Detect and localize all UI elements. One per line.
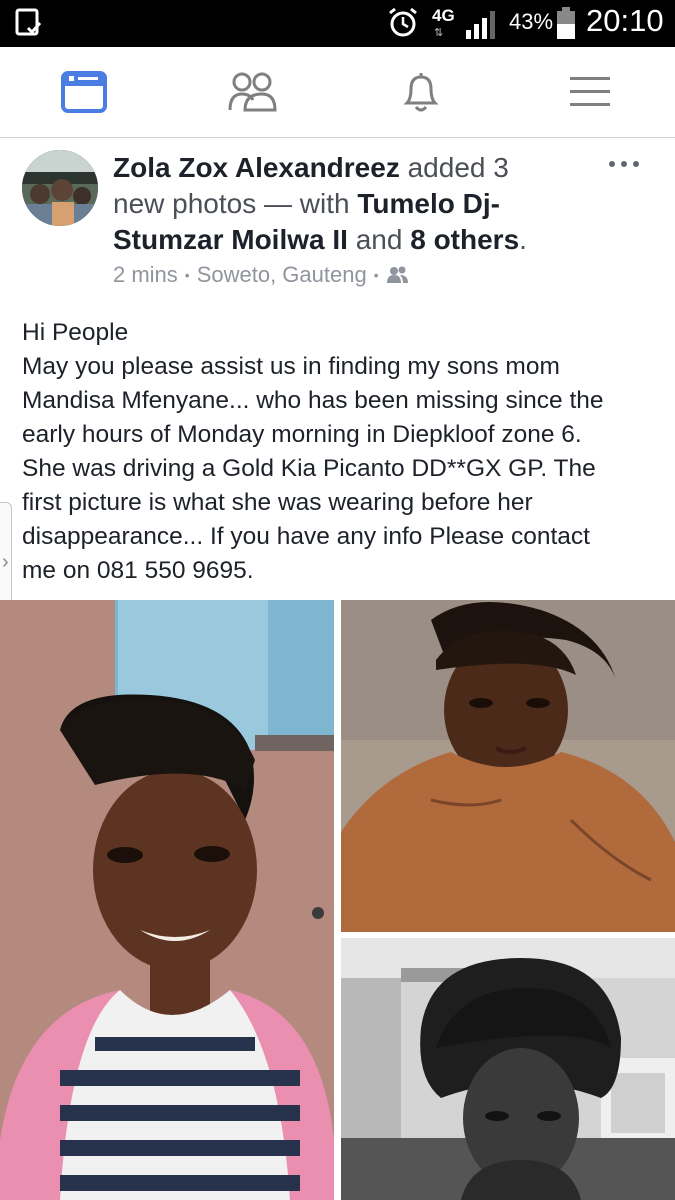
post-line: disappearance... If you have any info Pl… <box>22 523 590 550</box>
post-line: early hours of Monday morning in Diepklo… <box>22 421 582 448</box>
separator-dot: • <box>373 267 379 283</box>
tab-news-feed[interactable] <box>0 47 168 137</box>
screen-icon <box>15 8 42 36</box>
post-header: Zola Zox Alexandreez added 3 new photos … <box>113 150 553 258</box>
photo-woman-striped-top <box>0 600 334 1200</box>
alarm-icon <box>389 7 417 37</box>
post-line: May you please assist us in finding my s… <box>22 353 560 380</box>
signal-icon <box>466 11 495 39</box>
post-time[interactable]: 2 mins <box>113 262 178 288</box>
tagged-others-link[interactable]: 8 others <box>410 224 519 255</box>
author-name[interactable]: Zola Zox Alexandreez <box>113 152 400 183</box>
bell-icon <box>403 73 439 112</box>
post-photo-2[interactable] <box>341 600 675 932</box>
network-arrows-icon: ⇅ <box>434 27 444 39</box>
post-body: Hi People May you please assist us in fi… <box>22 316 662 588</box>
post-line: Mandisa Mfenyane... who has been missing… <box>22 387 604 414</box>
post-location[interactable]: Soweto, Gauteng <box>197 262 367 288</box>
friends-icon <box>228 72 277 112</box>
separator-dot: • <box>184 267 190 283</box>
news-feed-icon <box>61 71 107 113</box>
avatar[interactable] <box>22 150 98 226</box>
conjunction: and <box>355 224 403 255</box>
tab-menu[interactable] <box>506 47 674 137</box>
hamburger-menu-icon <box>570 77 610 106</box>
post-line: me on 081 550 9695. <box>22 557 254 584</box>
post-meta: 2 mins • Soweto, Gauteng • <box>113 262 410 288</box>
more-options-icon[interactable] <box>606 154 642 174</box>
avatar-photo <box>22 150 98 226</box>
tab-notifications[interactable] <box>337 47 505 137</box>
post-line: Hi People <box>22 319 129 346</box>
friends-privacy-icon[interactable] <box>386 265 410 285</box>
chevron-right-icon: › <box>2 551 9 573</box>
post-line: She was driving a Gold Kia Picanto DD**G… <box>22 455 596 482</box>
post-line: first picture is what she was wearing be… <box>22 489 533 516</box>
tab-friends[interactable] <box>168 47 336 137</box>
post-photo-3[interactable] <box>341 938 675 1200</box>
clock: 20:10 <box>586 3 664 38</box>
header-period: . <box>519 224 527 255</box>
top-navigation-bar <box>0 47 675 138</box>
battery-icon <box>557 7 575 39</box>
photo-woman-office <box>341 938 675 1200</box>
status-bar: 4G ⇅ 43% 20:10 <box>0 0 675 47</box>
photo-woman-orange-top <box>341 600 675 932</box>
network-label: 4G <box>432 6 455 25</box>
network-indicator: 4G ⇅ <box>430 4 462 42</box>
battery-percent: 43% <box>509 9 554 34</box>
post-photo-1[interactable] <box>0 600 334 1200</box>
